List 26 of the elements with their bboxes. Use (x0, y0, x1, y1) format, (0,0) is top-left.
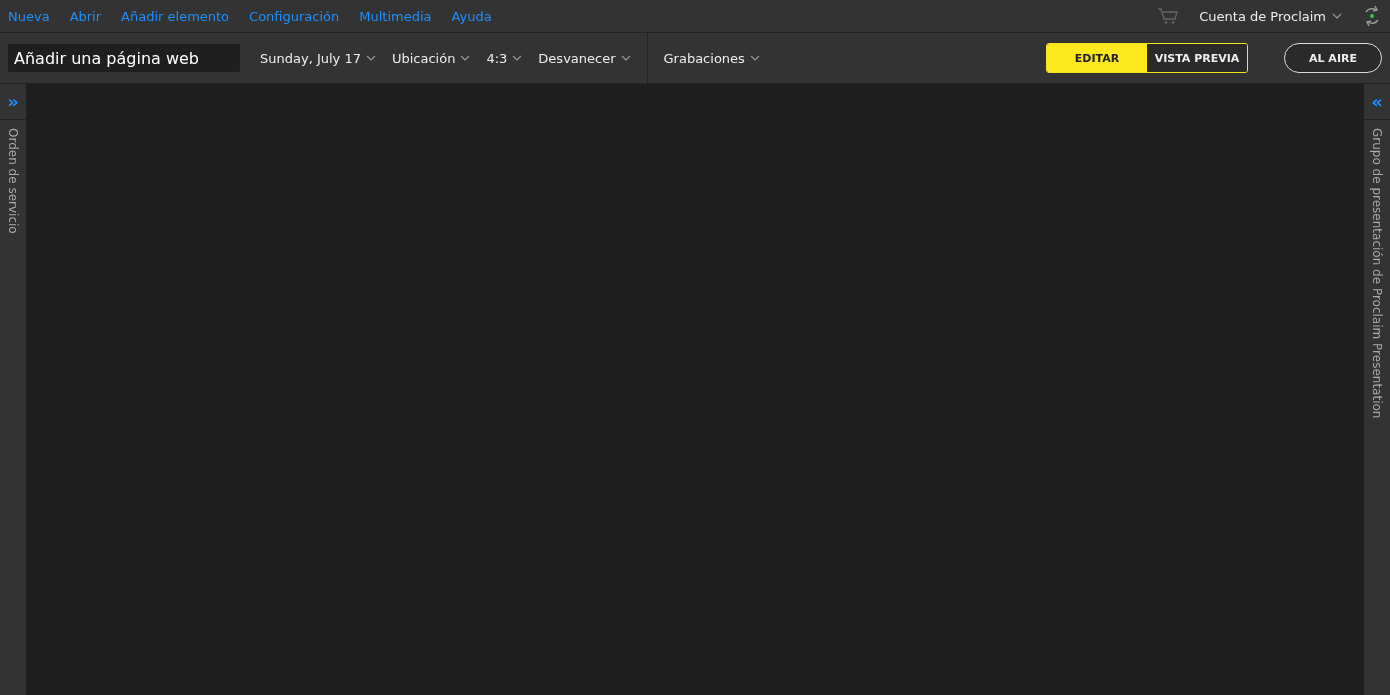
panel-label: Grupo de presentación de Proclaim Presentation (1370, 128, 1384, 419)
dropdown[interactable]: Desvanecer (538, 50, 631, 66)
menu-item[interactable]: Multimedia (359, 8, 432, 24)
sync-icon[interactable] (1362, 5, 1382, 27)
account-menu[interactable]: Cuenta de Proclaim (1199, 8, 1342, 24)
menu-item[interactable]: Configuración (249, 8, 340, 24)
dropdown[interactable]: Ubicación (391, 50, 471, 66)
recordings-dropdown[interactable]: Grabaciones (663, 50, 760, 66)
mode-tab[interactable]: VISTA PREVIA (1147, 44, 1247, 72)
menu-item[interactable]: Abrir (69, 8, 102, 24)
title-field[interactable]: Añadir una página web (8, 44, 240, 72)
panel-label: Orden de servicio (6, 128, 20, 234)
mode-tab[interactable]: EDITAR (1047, 44, 1147, 72)
menu-item[interactable]: Ayuda (451, 8, 492, 24)
expand-button[interactable]: « (1364, 84, 1390, 120)
on-air-button[interactable]: AL AIRE (1284, 43, 1382, 73)
dropdown[interactable]: Sunday, July 17 (260, 50, 376, 66)
caret-icon (365, 55, 376, 61)
caret-icon (1332, 13, 1342, 19)
menu-item[interactable]: Nueva (8, 8, 50, 24)
menu-item[interactable]: Añadir elemento (121, 8, 230, 24)
caret-icon (620, 55, 631, 61)
caret-icon (512, 55, 523, 61)
caret-icon (749, 55, 760, 61)
caret-icon (460, 55, 471, 61)
dropdown[interactable]: 4:3 (486, 50, 523, 66)
